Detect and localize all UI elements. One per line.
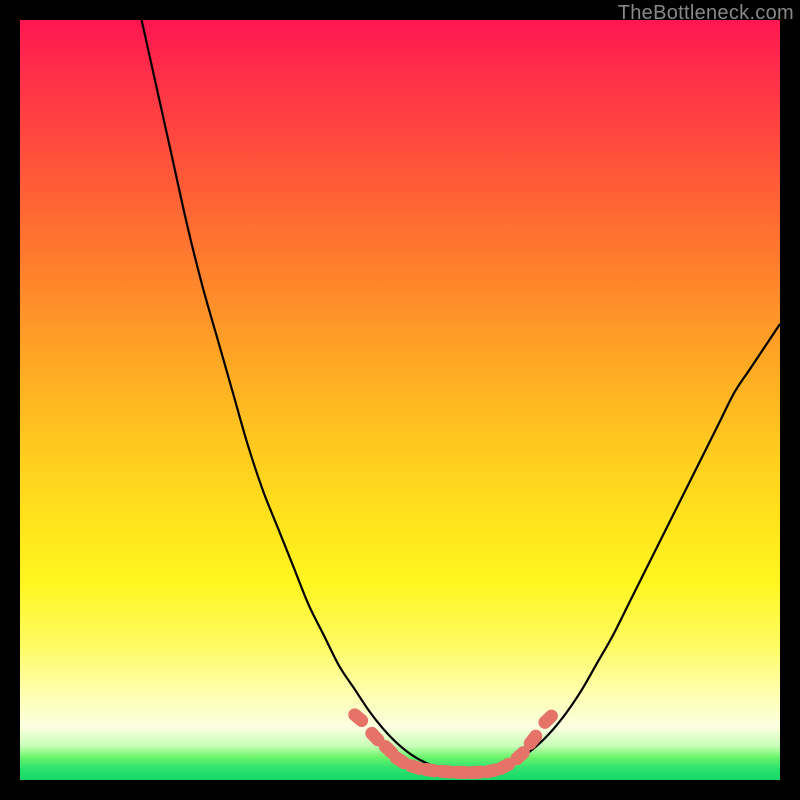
trough-marker xyxy=(536,707,561,732)
chart-svg xyxy=(20,20,780,780)
curve-markers xyxy=(346,706,561,780)
chart-frame: TheBottleneck.com xyxy=(0,0,800,800)
bottleneck-curve xyxy=(142,20,780,773)
curve-line xyxy=(142,20,780,773)
watermark-text: TheBottleneck.com xyxy=(618,2,794,25)
chart-plot-area xyxy=(20,20,780,780)
